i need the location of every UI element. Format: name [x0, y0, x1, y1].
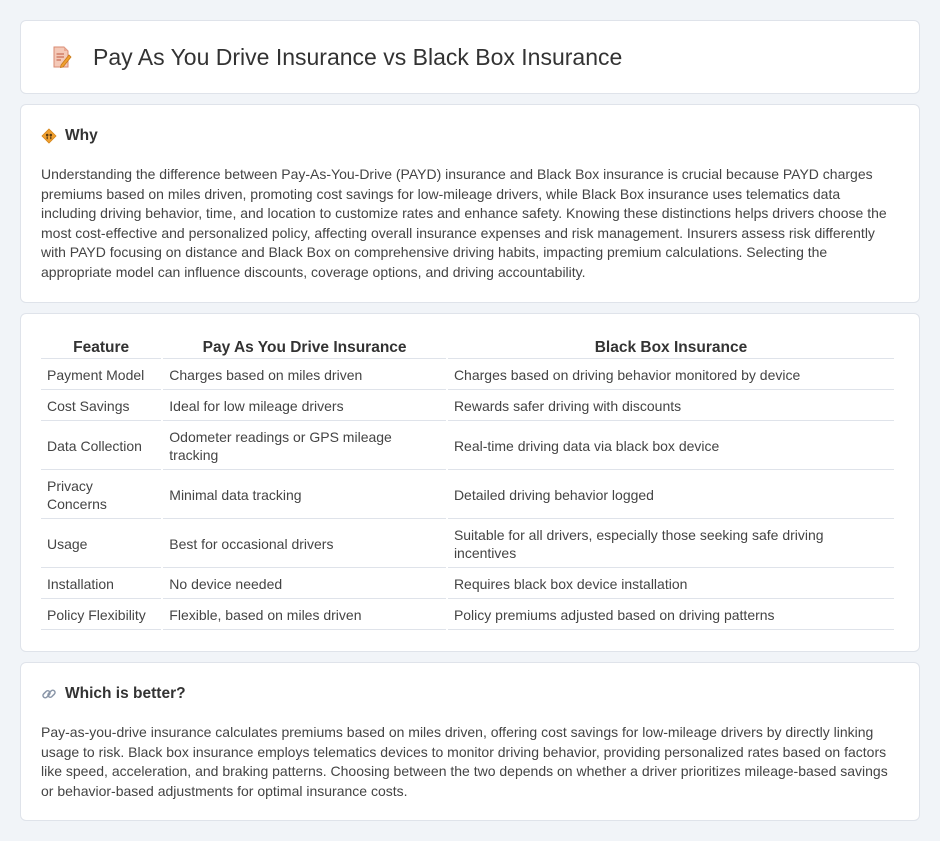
why-paragraph: Understanding the difference between Pay… — [41, 166, 887, 280]
table-row: Cost Savings Ideal for low mileage drive… — [41, 392, 894, 421]
header-payd: Pay As You Drive Insurance — [163, 337, 446, 359]
better-title: Which is better? — [65, 685, 186, 702]
payd-cell: No device needed — [163, 570, 446, 599]
why-heading: Why — [41, 127, 899, 145]
link-icon — [42, 689, 56, 699]
header-card: Pay As You Drive Insurance vs Black Box … — [20, 20, 920, 94]
black-box-cell: Suitable for all drivers, especially tho… — [447, 521, 894, 568]
black-box-cell: Real-time driving data via black box dev… — [447, 423, 894, 470]
black-box-cell: Detailed driving behavior logged — [447, 472, 894, 519]
feature-cell: Policy Flexibility — [41, 601, 162, 630]
payd-cell: Minimal data tracking — [163, 472, 446, 519]
table-row: Data Collection Odometer readings or GPS… — [41, 423, 894, 470]
table-row: Policy Flexibility Flexible, based on mi… — [41, 601, 894, 630]
better-section: Which is better? Pay-as-you-drive insura… — [20, 662, 920, 821]
payd-cell: Ideal for low mileage drivers — [163, 392, 446, 421]
black-box-cell: Charges based on driving behavior monito… — [447, 361, 894, 390]
payd-cell: Best for occasional drivers — [163, 521, 446, 568]
payd-cell: Flexible, based on miles driven — [163, 601, 446, 630]
table-row: Payment Model Charges based on miles dri… — [41, 361, 894, 390]
why-title: Why — [65, 127, 98, 144]
better-paragraph: Pay-as-you-drive insurance calculates pr… — [41, 724, 888, 799]
header-feature: Feature — [41, 337, 162, 359]
table-header-row: Feature Pay As You Drive Insurance Black… — [41, 337, 894, 359]
header-black-box: Black Box Insurance — [447, 337, 894, 359]
feature-cell: Installation — [41, 570, 162, 599]
warning-sign-icon — [41, 128, 57, 144]
table-row: Installation No device needed Requires b… — [41, 570, 894, 599]
payd-cell: Odometer readings or GPS mileage trackin… — [163, 423, 446, 470]
feature-cell: Privacy Concerns — [41, 472, 162, 519]
table-row: Privacy Concerns Minimal data tracking D… — [41, 472, 894, 519]
comparison-table: Feature Pay As You Drive Insurance Black… — [39, 335, 896, 632]
page-title: Pay As You Drive Insurance vs Black Box … — [93, 43, 623, 70]
comparison-section: Feature Pay As You Drive Insurance Black… — [20, 313, 920, 652]
better-heading: Which is better? — [41, 685, 899, 703]
black-box-cell: Rewards safer driving with discounts — [447, 392, 894, 421]
why-section: Why Understanding the difference between… — [20, 104, 920, 303]
feature-cell: Cost Savings — [41, 392, 162, 421]
table-row: Usage Best for occasional drivers Suitab… — [41, 521, 894, 568]
feature-cell: Data Collection — [41, 423, 162, 470]
black-box-cell: Requires black box device installation — [447, 570, 894, 599]
document-pencil-icon — [53, 46, 72, 69]
payd-cell: Charges based on miles driven — [163, 361, 446, 390]
feature-cell: Payment Model — [41, 361, 162, 390]
black-box-cell: Policy premiums adjusted based on drivin… — [447, 601, 894, 630]
feature-cell: Usage — [41, 521, 162, 568]
